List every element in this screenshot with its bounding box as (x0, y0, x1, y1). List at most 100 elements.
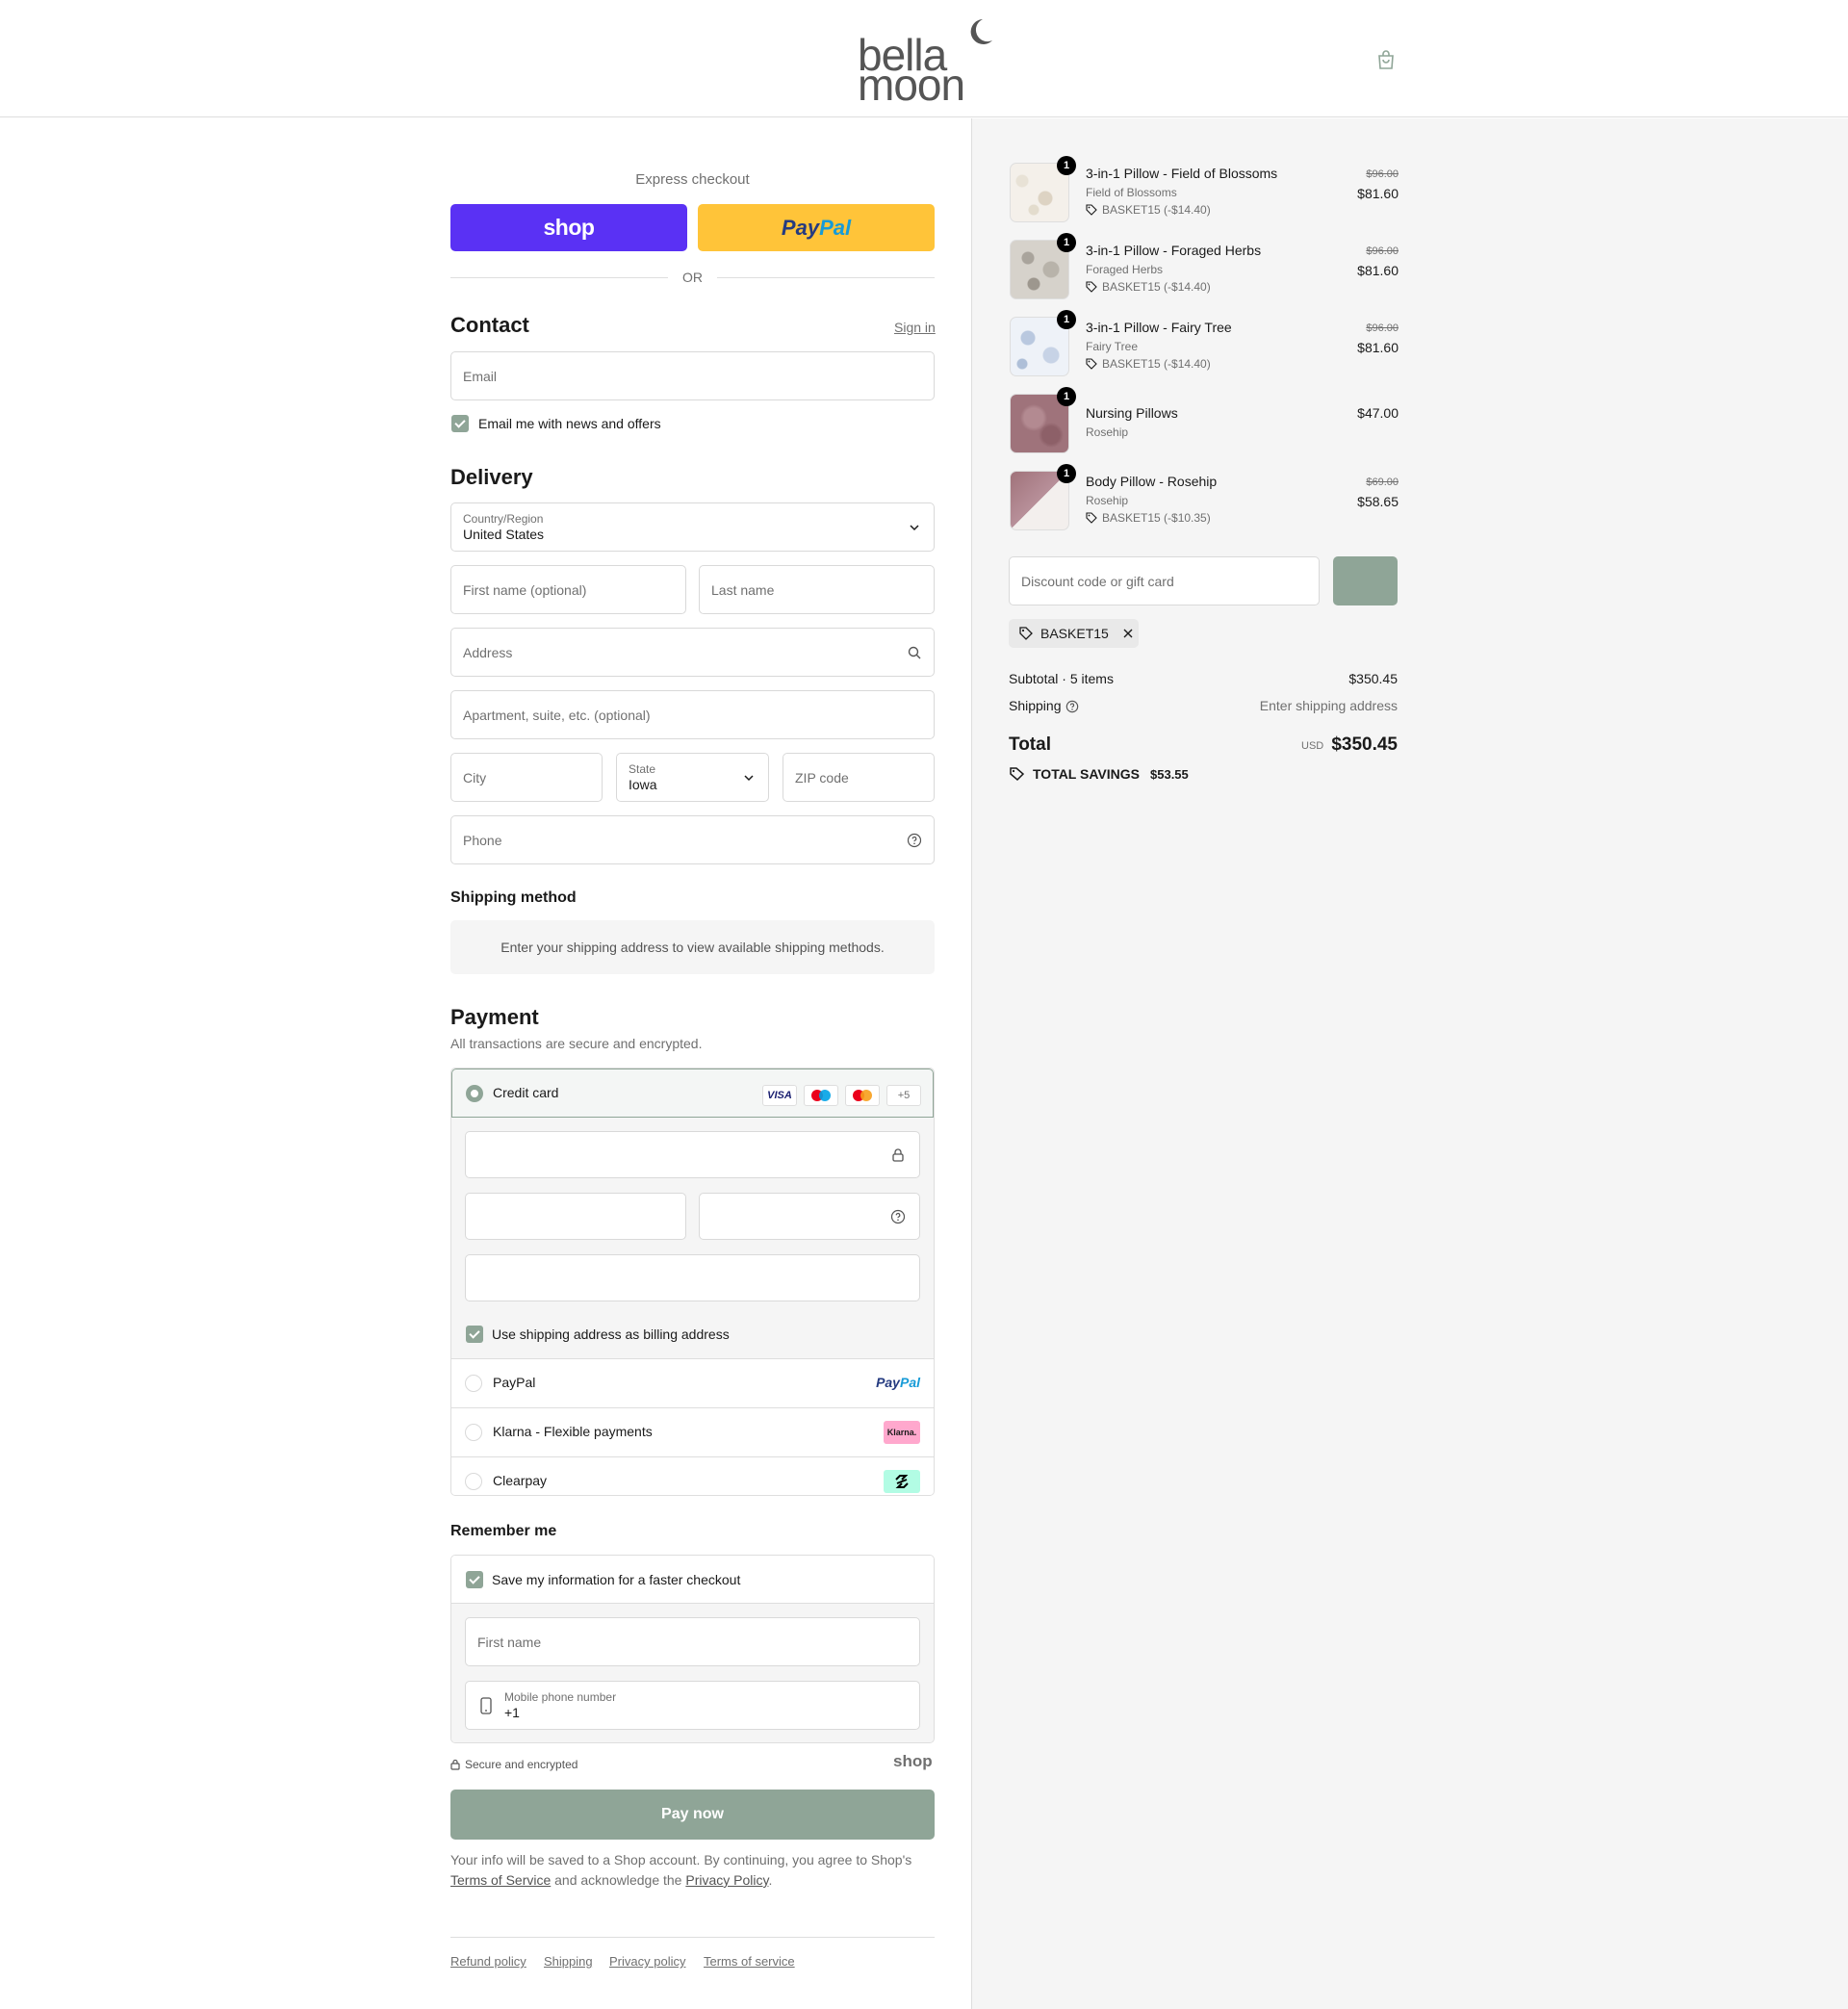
chevron-down-icon (910, 525, 919, 531)
help-icon[interactable] (1065, 700, 1079, 713)
legal-text-1: Your info will be saved to a Shop accoun… (450, 1852, 912, 1867)
apartment-field[interactable]: Apartment, suite, etc. (optional) (450, 690, 935, 739)
clearpay-option-label: Clearpay (493, 1473, 548, 1488)
legal-text-2: and acknowledge the (554, 1872, 682, 1888)
item-price: $81.60 (1357, 263, 1399, 278)
help-icon[interactable] (890, 1209, 906, 1224)
credit-card-form: Use shipping address as billing address (451, 1118, 934, 1359)
email-field[interactable]: Email (450, 351, 935, 400)
total-value: $350.45 (1331, 734, 1398, 755)
phone-field[interactable]: Phone (450, 815, 935, 864)
mastercard-icon (845, 1085, 880, 1106)
state-label: State (629, 761, 656, 776)
city-field[interactable]: City (450, 753, 603, 802)
item-name: 3-in-1 Pillow - Foraged Herbs (1086, 243, 1262, 258)
clearpay-option[interactable]: Clearpay (451, 1457, 934, 1495)
item-original-price: $96.00 (1366, 168, 1399, 180)
item-discount: BASKET15 (-$10.35) (1086, 511, 1211, 525)
save-info-label: Save my information for a faster checkou… (492, 1572, 741, 1587)
last-name-placeholder: Last name (711, 581, 775, 598)
item-variant: Field of Blossoms (1086, 186, 1177, 199)
name-on-card-field[interactable] (465, 1254, 920, 1301)
mobile-value: +1 (504, 1704, 520, 1720)
country-select[interactable]: Country/Region United States (450, 502, 935, 552)
maestro-icon (804, 1085, 838, 1106)
klarna-radio[interactable] (465, 1424, 482, 1441)
total-label: Total (1009, 734, 1051, 755)
help-icon[interactable] (907, 833, 922, 848)
privacy-policy-link[interactable]: Privacy policy (609, 1954, 685, 1969)
remember-first-name-field[interactable]: First name (465, 1617, 920, 1666)
klarna-logo: Klarna. (884, 1421, 920, 1444)
sign-in-link[interactable]: Sign in (894, 320, 936, 335)
subtotal-label: Subtotal · 5 items (1009, 671, 1114, 686)
mobile-phone-field[interactable]: Mobile phone number +1 (465, 1681, 920, 1730)
paypal-label-a: Pay (781, 215, 820, 240)
shipping-label: Shipping (1009, 698, 1062, 713)
secure-label: Secure and encrypted (465, 1758, 578, 1771)
close-icon[interactable] (1122, 628, 1134, 639)
shipping-method-info: Enter your shipping address to view avai… (450, 920, 935, 974)
billing-same-checkbox[interactable] (466, 1326, 483, 1343)
newsletter-checkbox[interactable] (451, 415, 469, 432)
credit-card-option[interactable]: Credit card VISA +5 (451, 1069, 934, 1118)
quantity-badge: 1 (1057, 156, 1076, 175)
address-field[interactable]: Address (450, 628, 935, 677)
payment-methods: Credit card VISA +5 Use shipping address… (450, 1068, 935, 1496)
discount-code-field[interactable]: Discount code or gift card (1009, 556, 1320, 605)
search-icon (908, 646, 921, 659)
state-value: Iowa (629, 776, 657, 792)
first-name-field[interactable]: First name (optional) (450, 565, 686, 614)
tag-icon (1019, 627, 1033, 640)
total-savings-label: TOTAL SAVINGS (1033, 766, 1140, 782)
city-placeholder: City (463, 769, 487, 786)
paypal-logo-b: Pal (899, 1375, 920, 1390)
paypal-logo: PayPal (876, 1375, 920, 1390)
tag-icon (1086, 281, 1097, 293)
klarna-option-label: Klarna - Flexible payments (493, 1424, 653, 1439)
shipping-policy-link[interactable]: Shipping (544, 1954, 593, 1969)
pay-now-label: Pay now (661, 1806, 724, 1822)
state-select[interactable]: State Iowa (616, 753, 769, 802)
tag-icon (1086, 512, 1097, 524)
first-name-placeholder: First name (optional) (463, 581, 587, 598)
privacy-link[interactable]: Privacy Policy (685, 1872, 768, 1888)
last-name-field[interactable]: Last name (699, 565, 935, 614)
refund-policy-link[interactable]: Refund policy (450, 1954, 526, 1969)
subtotal-value: $350.45 (1348, 671, 1398, 686)
clearpay-radio[interactable] (465, 1473, 482, 1490)
credit-card-radio[interactable] (466, 1085, 483, 1102)
delivery-title: Delivery (450, 465, 533, 489)
quantity-badge: 1 (1057, 233, 1076, 252)
apply-discount-button[interactable] (1333, 556, 1398, 605)
applied-discount-code: BASKET15 (1040, 626, 1109, 641)
security-code-field[interactable] (699, 1193, 920, 1240)
save-info-checkbox[interactable] (466, 1571, 483, 1588)
item-original-price: $96.00 (1366, 245, 1399, 257)
brand-logo[interactable]: bella moon (852, 13, 996, 107)
lock-icon (450, 1759, 460, 1770)
discount-code-placeholder: Discount code or gift card (1021, 573, 1174, 589)
terms-link[interactable]: Terms of Service (450, 1872, 551, 1888)
paypal-label-b: Pal (819, 215, 852, 240)
shop-pay-button[interactable]: shop (450, 204, 687, 251)
card-number-field[interactable] (465, 1131, 920, 1178)
paypal-option[interactable]: PayPal PayPal (451, 1359, 934, 1408)
mobile-label: Mobile phone number (504, 1689, 617, 1704)
item-variant: Rosehip (1086, 494, 1129, 507)
klarna-option[interactable]: Klarna - Flexible payments Klarna. (451, 1408, 934, 1457)
paypal-button[interactable]: Pay Pal (698, 204, 935, 251)
tag-icon (1010, 767, 1025, 782)
chevron-down-icon (744, 775, 754, 782)
paypal-radio[interactable] (465, 1375, 482, 1392)
remember-first-name-placeholder: First name (477, 1634, 542, 1650)
paypal-logo-a: Pay (876, 1375, 900, 1390)
cart-icon[interactable] (1374, 48, 1398, 71)
pay-now-button[interactable]: Pay now (450, 1790, 935, 1840)
zip-field[interactable]: ZIP code (783, 753, 935, 802)
billing-same-label: Use shipping address as billing address (492, 1326, 730, 1342)
terms-of-service-link[interactable]: Terms of service (704, 1954, 795, 1969)
item-name: Body Pillow - Rosehip (1086, 474, 1218, 489)
item-discount: BASKET15 (-$14.40) (1086, 357, 1211, 371)
expiry-field[interactable] (465, 1193, 686, 1240)
